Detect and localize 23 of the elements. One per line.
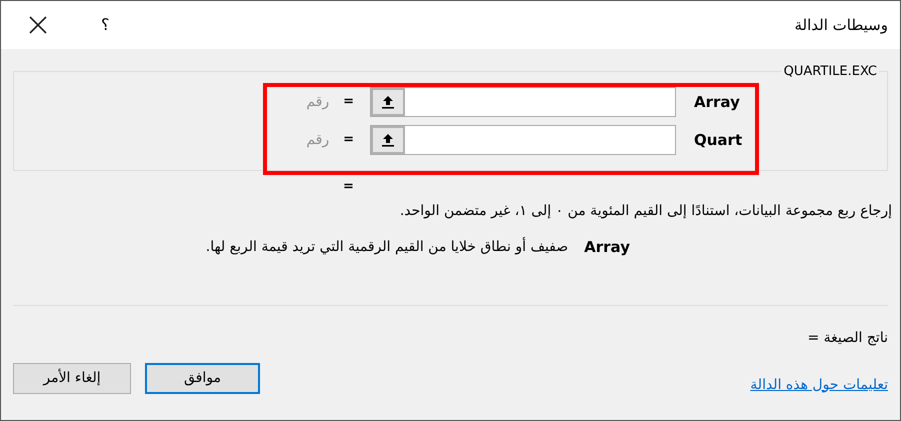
function-description: إرجاع ربع مجموعة البيانات، استنادًا إلى القيم المئوية من ٠ إلى ١، غير متضمن الواحد. bbox=[400, 202, 892, 221]
argument-input[interactable] bbox=[370, 87, 676, 117]
result-equals: = bbox=[343, 179, 354, 194]
argument-input[interactable] bbox=[370, 125, 676, 155]
upload-arrow-icon bbox=[382, 95, 394, 109]
argument-hint: رقم bbox=[306, 92, 330, 112]
collapse-button[interactable] bbox=[371, 88, 405, 116]
upload-arrow-icon bbox=[382, 133, 394, 147]
help-link[interactable]: تعليمات حول هذه الدالة bbox=[750, 374, 888, 396]
argument-hint: رقم bbox=[306, 130, 330, 150]
ok-button[interactable]: موافق bbox=[145, 362, 260, 394]
formula-result: ناتج الصيغة = bbox=[807, 328, 888, 348]
argument-label: Array bbox=[694, 92, 741, 113]
collapse-button[interactable] bbox=[371, 126, 405, 154]
window-title: وسيطات الدالة bbox=[794, 14, 888, 36]
argument-help-name: Array bbox=[584, 237, 630, 258]
help-button[interactable]: ؟ bbox=[101, 13, 110, 37]
argument-label: Quart bbox=[694, 130, 744, 151]
equals-sign: = bbox=[343, 131, 354, 150]
close-icon[interactable] bbox=[27, 14, 49, 36]
equals-sign: = bbox=[343, 93, 354, 112]
cancel-button[interactable]: إلغاء الأمر bbox=[13, 362, 131, 394]
argument-help-text: صفيف أو نطاق خلايا من القيم الرقمية التي تريد قيمة الربع لها. bbox=[206, 236, 568, 257]
